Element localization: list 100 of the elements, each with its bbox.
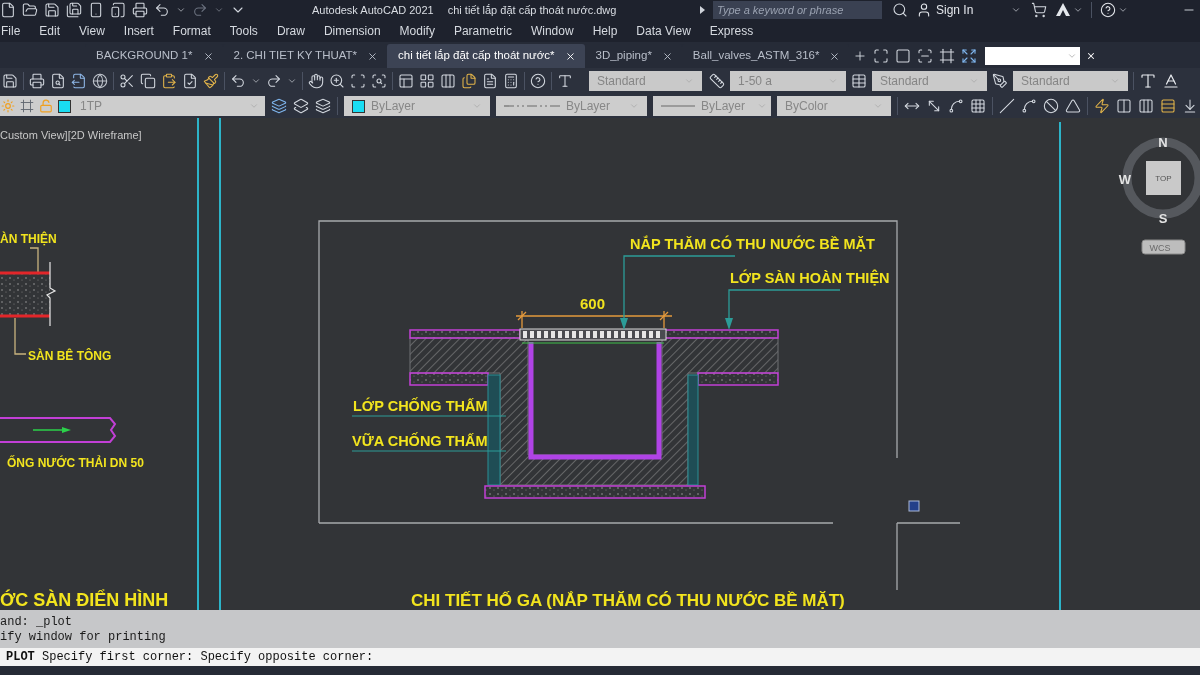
expand-icon[interactable] [961, 48, 978, 64]
clipboard-icon[interactable] [161, 73, 177, 89]
curve-icon[interactable] [948, 98, 964, 114]
close-icon[interactable] [367, 50, 379, 62]
columns-icon[interactable] [1138, 98, 1154, 114]
underlined-letter-icon[interactable] [1162, 72, 1180, 90]
close-icon[interactable] [202, 50, 214, 62]
frame-icon[interactable] [939, 48, 956, 64]
file-tab[interactable]: chi tiết lắp đặt cấp thoát nước* [387, 44, 585, 68]
user-icon[interactable] [916, 2, 932, 18]
triangle-logo-icon[interactable] [1055, 2, 1072, 18]
maximize-icon[interactable] [873, 48, 890, 64]
rows-icon[interactable] [1160, 98, 1176, 114]
frame-icon[interactable] [20, 99, 34, 113]
printer-icon[interactable] [132, 2, 148, 18]
copy-icon[interactable] [140, 73, 156, 89]
columns-icon[interactable] [440, 73, 456, 89]
compass-direction[interactable]: W [1118, 172, 1132, 187]
printer-icon[interactable] [29, 73, 45, 89]
phone-icon[interactable] [88, 2, 104, 18]
curve-icon[interactable] [1021, 98, 1037, 114]
dimension-text: 600 [580, 295, 606, 312]
cart-icon[interactable] [1031, 2, 1048, 18]
document-icon[interactable] [482, 73, 498, 89]
triangle-icon[interactable] [1065, 98, 1081, 114]
menu-item[interactable]: Insert [123, 22, 154, 40]
undo-icon[interactable] [154, 2, 170, 18]
layers-icon[interactable] [271, 98, 287, 114]
grip-marker-icon[interactable] [908, 500, 920, 512]
save-icon[interactable] [2, 73, 18, 89]
square-icon[interactable] [895, 48, 912, 64]
table-icon[interactable] [851, 73, 867, 89]
leader-line [14, 317, 27, 355]
menu-item[interactable]: Data View [636, 22, 691, 40]
layers-icon[interactable] [293, 98, 309, 114]
search-icon[interactable] [892, 2, 908, 18]
globe-icon[interactable] [92, 73, 108, 89]
help-icon[interactable] [530, 73, 546, 89]
calculator-icon[interactable] [503, 73, 519, 89]
file-icon[interactable] [0, 2, 16, 18]
menu-item[interactable]: Dimension [323, 22, 381, 40]
menu-item[interactable]: Help [592, 22, 618, 40]
letter-t-icon[interactable] [1139, 72, 1157, 90]
file-check-icon[interactable] [182, 73, 198, 89]
undo-icon[interactable] [230, 73, 246, 89]
search-field[interactable]: Type a keyword or phrase [713, 1, 882, 19]
diagonal-arrow-icon[interactable] [926, 98, 942, 114]
help-icon[interactable] [1100, 2, 1117, 18]
menu-item[interactable]: File [1, 22, 21, 40]
devices-icon[interactable] [110, 2, 126, 18]
drawing-canvas[interactable] [0, 118, 1200, 610]
grid-icon[interactable] [970, 98, 986, 114]
circle-slash-icon[interactable] [1043, 98, 1059, 114]
columns-icon[interactable] [1116, 98, 1132, 114]
files-icon[interactable] [461, 73, 477, 89]
viewport-label[interactable]: Custom View][2D Wireframe] [0, 129, 142, 141]
hand-icon[interactable] [308, 73, 324, 89]
menu-item[interactable]: Format [172, 22, 211, 40]
save-icon[interactable] [44, 2, 60, 18]
compass-direction[interactable]: N [1158, 135, 1168, 150]
save-all-icon[interactable] [66, 2, 82, 18]
letter-t-icon[interactable] [557, 73, 573, 89]
arrow-down-line-icon[interactable] [1182, 98, 1198, 114]
folder-icon[interactable] [22, 2, 38, 18]
menu-item[interactable]: View [79, 22, 105, 40]
menu-item[interactable]: Draw [276, 22, 305, 40]
dropdown-field[interactable] [985, 47, 1081, 65]
ruler-icon[interactable] [709, 73, 725, 89]
view-cube-face[interactable]: TOP [1146, 161, 1181, 195]
redo-icon[interactable] [266, 73, 282, 89]
close-icon[interactable] [829, 50, 841, 62]
drawing-title: CHI TIẾT HỐ GA (NẮP THĂM CÓ THU NƯỚC BỀ MẶT) [411, 591, 845, 610]
close-icon[interactable] [564, 50, 576, 62]
layers-icon[interactable] [315, 98, 331, 114]
close-icon[interactable] [661, 50, 673, 62]
menu-item[interactable]: Modify [399, 22, 435, 40]
caret-icon[interactable] [700, 6, 705, 14]
zoom-icon[interactable] [329, 73, 345, 89]
slash-icon[interactable] [999, 98, 1015, 114]
drawing-label: ÀN THIỆN [0, 232, 57, 246]
menu-item[interactable]: Edit [39, 22, 61, 40]
menu-item[interactable]: Express [709, 22, 754, 40]
menu-item[interactable]: Parametric [453, 22, 512, 40]
menu-item[interactable]: Window [530, 22, 574, 40]
close-icon[interactable] [1086, 51, 1097, 61]
pen-icon[interactable] [992, 73, 1008, 89]
paintbrush-icon[interactable] [203, 73, 219, 89]
plus-icon[interactable] [853, 49, 868, 63]
menu-item[interactable]: Tools [229, 22, 258, 40]
scan-search-icon[interactable] [371, 73, 387, 89]
scissors-icon[interactable] [119, 73, 135, 89]
scan-line-icon[interactable] [917, 48, 934, 64]
compass-direction[interactable]: S [1158, 211, 1168, 226]
grid-icon[interactable] [419, 73, 435, 89]
sign-in-button[interactable]: Sign In [916, 1, 974, 19]
file-export-icon[interactable] [71, 73, 87, 89]
scan-icon[interactable] [350, 73, 366, 89]
file-search-icon[interactable] [50, 73, 66, 89]
lightning-icon[interactable] [1094, 98, 1110, 114]
panel-icon[interactable] [398, 73, 414, 89]
